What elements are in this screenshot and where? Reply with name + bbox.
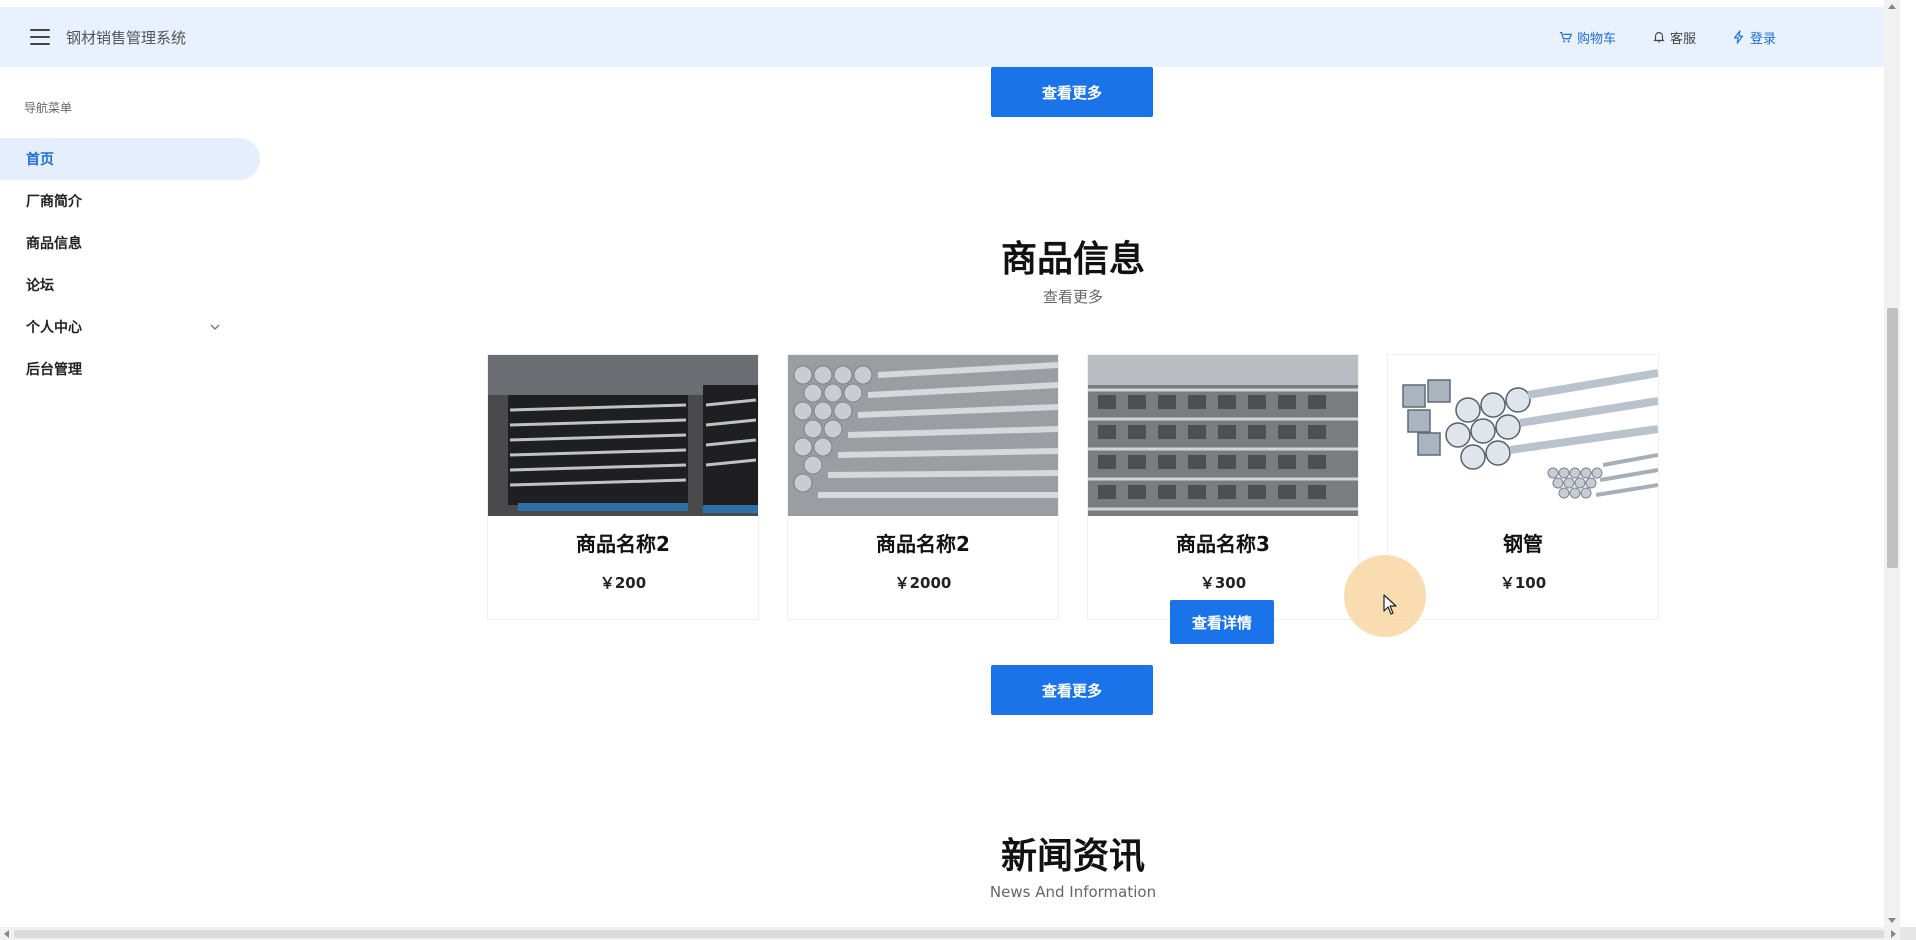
app-title: 钢材销售管理系统 (66, 28, 187, 47)
top-header: 钢材销售管理系统 购物车 客服 登录 (0, 7, 1884, 67)
product-card[interactable]: 商品名称3 ￥300 (1087, 354, 1359, 620)
cart-link[interactable]: 购物车 (1559, 28, 1616, 47)
sidebar-item-forum[interactable]: 论坛 (0, 264, 260, 306)
menu-toggle-icon[interactable] (30, 29, 50, 45)
product-card[interactable]: 商品名称2 ￥200 (487, 354, 759, 620)
login-link[interactable]: 登录 (1732, 28, 1776, 47)
steel-channels-image (1088, 355, 1358, 516)
header-actions: 购物车 客服 登录 (1559, 7, 1776, 67)
mouse-pointer-icon (1383, 594, 1397, 615)
sidebar-item-manufacturer[interactable]: 厂商简介 (0, 180, 260, 222)
view-details-button[interactable]: 查看详情 (1170, 600, 1274, 644)
product-name: 钢管 (1503, 532, 1543, 556)
bell-icon (1653, 32, 1665, 43)
main-content: 查看更多 商品信息 查看更多 商品名称2 ￥200 商品名称2 ￥2000 商品… (262, 67, 1884, 927)
cart-icon (1559, 32, 1573, 43)
product-name: 商品名称2 (876, 532, 970, 556)
scroll-left-arrow-icon[interactable] (4, 930, 9, 938)
product-price: ￥200 (599, 574, 647, 592)
product-price: ￥2000 (894, 574, 952, 592)
service-label: 客服 (1669, 31, 1696, 47)
sidebar-item-admin[interactable]: 后台管理 (0, 348, 260, 390)
sidebar-item-personal-center[interactable]: 个人中心 (0, 306, 260, 348)
view-more-products-button[interactable]: 查看更多 (991, 665, 1153, 715)
sidebar: 导航菜单 首页 厂商简介 商品信息 论坛 个人中心 后台管理 (0, 67, 262, 940)
product-price: ￥100 (1499, 574, 1547, 592)
galvanized-pipes-image (788, 355, 1058, 516)
product-name: 商品名称3 (1176, 532, 1270, 556)
sidebar-item-products[interactable]: 商品信息 (0, 222, 260, 264)
stacked-steel-racks-image (488, 355, 758, 516)
horizontal-scroll-thumb[interactable] (14, 930, 1884, 938)
view-more-button[interactable]: 查看更多 (991, 67, 1153, 117)
products-section-subtitle[interactable]: 查看更多 (262, 286, 1884, 307)
customer-service-link[interactable]: 客服 (1652, 28, 1696, 47)
product-card[interactable]: 商品名称2 ￥2000 (787, 354, 1059, 620)
news-section-subtitle: News And Information (989, 883, 1157, 901)
products-section-title: 商品信息 (1000, 239, 1145, 280)
product-price: ￥300 (1199, 574, 1247, 592)
product-name: 商品名称2 (576, 532, 670, 556)
chevron-down-icon (210, 324, 220, 330)
nav-heading: 导航菜单 (24, 101, 73, 115)
horizontal-scrollbar[interactable] (0, 927, 1900, 940)
sidebar-item-label: 个人中心 (26, 320, 82, 336)
steel-pipes-tubes-image (1388, 355, 1658, 516)
scroll-right-arrow-icon[interactable] (1891, 930, 1896, 938)
scroll-down-arrow-icon[interactable] (1888, 918, 1896, 923)
sidebar-item-home[interactable]: 首页 (0, 138, 260, 180)
news-section-title: 新闻资讯 (1000, 836, 1145, 877)
vertical-scrollbar[interactable] (1884, 0, 1900, 927)
scroll-up-arrow-icon[interactable] (1888, 4, 1896, 9)
bolt-icon (1734, 30, 1744, 44)
scrollbar-corner (1900, 927, 1916, 940)
login-label: 登录 (1749, 31, 1776, 47)
cart-label: 购物车 (1576, 31, 1616, 47)
vertical-scroll-thumb[interactable] (1887, 308, 1898, 568)
product-card[interactable]: 钢管 ￥100 (1387, 354, 1659, 620)
